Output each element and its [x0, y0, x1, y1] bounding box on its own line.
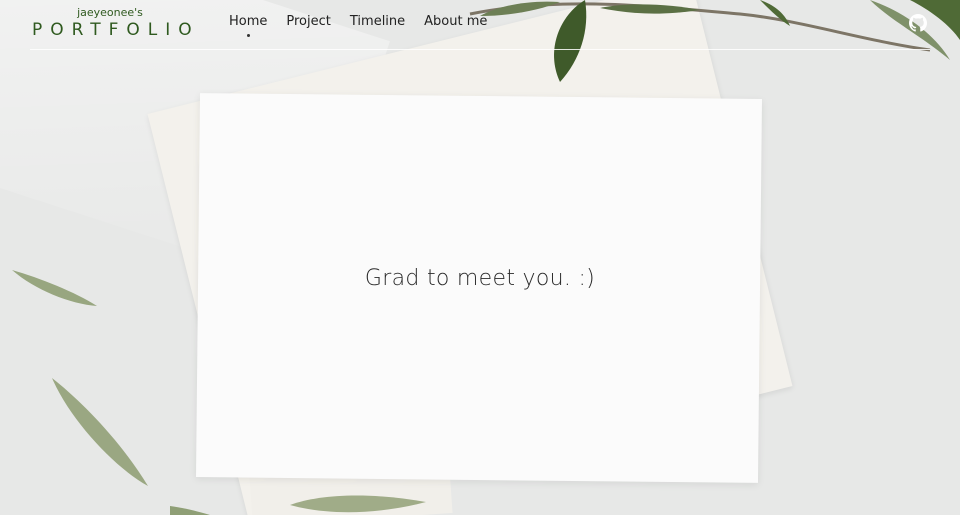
nav-item-project[interactable]: Project [286, 14, 330, 29]
nav-item-label: Project [286, 14, 331, 29]
header-divider [30, 49, 930, 50]
active-indicator-dot [247, 34, 251, 37]
background-scene: Grad to meet you. :) [0, 0, 960, 515]
main-nav: Home Project Timeline About me [229, 14, 487, 37]
github-icon[interactable] [909, 14, 927, 32]
olive-leaves [12, 0, 960, 515]
nav-item-home[interactable]: Home [229, 14, 268, 37]
top-nav-bar: jaeyeonee's PORTFOLIO Home Project Timel… [0, 0, 960, 50]
nav-item-label: About me [424, 14, 488, 29]
nav-item-label: Home [229, 14, 268, 29]
nav-item-label: Timeline [349, 14, 406, 29]
nav-item-about-me[interactable]: About me [424, 14, 487, 29]
brand-owner: jaeyeonee's [77, 6, 143, 19]
brand-logo[interactable]: jaeyeonee's PORTFOLIO [32, 6, 200, 40]
greeting-message: Grad to meet you. :) [364, 266, 596, 291]
nav-item-timeline[interactable]: Timeline [350, 14, 405, 29]
brand-title: PORTFOLIO [32, 20, 200, 40]
